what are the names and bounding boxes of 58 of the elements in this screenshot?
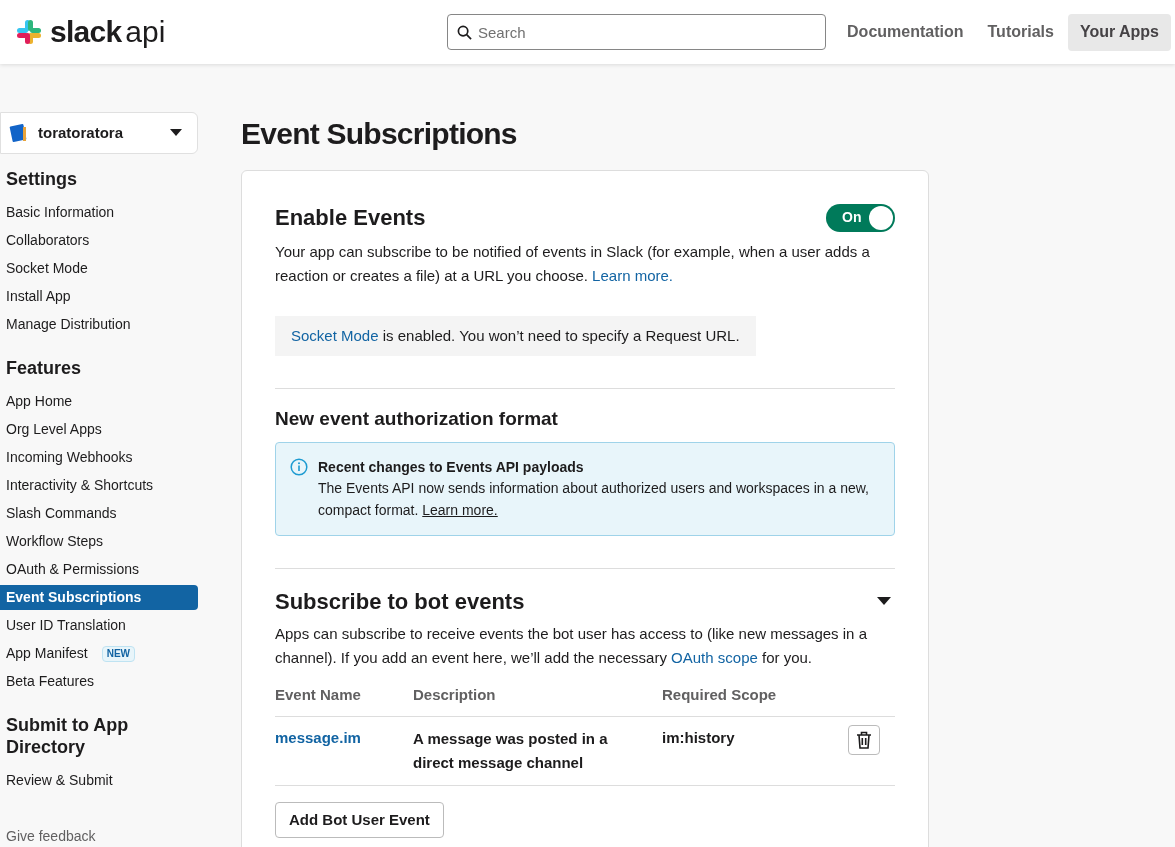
description-text: Apps can subscribe to receive events the bot user has access to (like new messages in a channel). If you add an event here, we’ll add the necessary OAuth scope for you. [275, 623, 868, 668]
page-title: Event Subscriptions [241, 116, 518, 152]
callout-title: Recent changes to Events API payloads [318, 457, 585, 477]
sidebar-item[interactable]: Slash Commands [0, 503, 123, 524]
trash-icon [856, 731, 872, 749]
sidebar-item[interactable]: Review & Submit [0, 770, 119, 791]
sidebar-heading: Submit to App Directory [5, 714, 130, 758]
sidebar-item[interactable]: OAuth & Permissions [0, 559, 146, 580]
sidebar-heading: Features [5, 357, 83, 379]
search-field[interactable]: Search [447, 14, 826, 50]
sidebar-item[interactable]: Incoming Webhooks [0, 447, 139, 468]
column-header: Event Name [275, 683, 413, 717]
table-cell: A message was posted in a direct message channel [413, 716, 662, 786]
section-title: Subscribe to bot events [275, 587, 525, 616]
sidebar-item[interactable]: Socket Mode [0, 258, 94, 279]
section-title: Enable Events [275, 204, 426, 232]
link[interactable]: Socket Mode [291, 327, 379, 344]
sidebar-item[interactable]: Beta Features [0, 671, 100, 692]
sidebar-item[interactable]: Org Level Apps [0, 419, 108, 440]
delete-button[interactable] [848, 725, 880, 755]
nav-link[interactable]: Tutorials [977, 13, 1064, 51]
sidebar-item[interactable]: Collaborators [0, 230, 96, 251]
column-header: Required Scope [662, 683, 842, 717]
sidebar-item[interactable]: User ID Translation [0, 615, 132, 636]
search-icon [457, 25, 472, 40]
description-text: Your app can subscribe to be notified of events in Slack (for example, when a user adds a reaction or creates a file) at a URL you choose. Learn more. [275, 242, 871, 286]
new-badge: NEW [101, 645, 136, 662]
section-title: New event authorization format [275, 407, 559, 431]
event-name-link[interactable]: message.im [275, 729, 361, 746]
sidebar-item[interactable]: Manage Distribution [0, 314, 137, 335]
logo-icon [16, 19, 42, 45]
callout-text: The Events API now sends information about authorized users and workspaces in a new, compact format. Learn more. [318, 478, 870, 520]
link[interactable]: Learn more. [592, 267, 673, 284]
notice-banner: Socket Mode is enabled. You won’t need to specify a Request URL. [275, 316, 756, 356]
nav-link[interactable]: Documentation [837, 13, 974, 51]
feedback-link[interactable]: Give feedback [0, 827, 198, 845]
sidebar-item[interactable]: Install App [0, 286, 77, 307]
column-header: Description [413, 683, 662, 717]
sidebar-item[interactable]: App Manifest [0, 643, 94, 664]
sidebar-item[interactable]: Interactivity & Shortcuts [0, 475, 160, 496]
sidebar-item[interactable]: Workflow Steps [0, 531, 109, 552]
sidebar-item[interactable]: Event Subscriptions [0, 585, 198, 610]
caret-icon [170, 129, 182, 137]
sidebar-heading: Settings [5, 168, 78, 190]
caret-icon[interactable] [877, 596, 891, 606]
sidebar-item[interactable]: App Home [0, 391, 79, 412]
nav-link[interactable]: Your Apps [1067, 13, 1171, 51]
sidebar-item[interactable]: Basic Information [0, 202, 121, 223]
table-cell: im:history [662, 716, 842, 786]
app-selector[interactable]: toratoratora [0, 112, 198, 154]
link[interactable]: Learn more. [422, 501, 498, 518]
logo-suffix: api [125, 17, 166, 47]
link[interactable]: OAuth scope [671, 648, 758, 666]
app-name: toratoratora [38, 122, 124, 143]
add-event-button[interactable]: Add Bot User Event [275, 802, 444, 838]
info-icon [290, 457, 308, 476]
logo-wordmark[interactable]: slack [50, 17, 122, 47]
toggle-switch[interactable]: On [826, 203, 895, 232]
